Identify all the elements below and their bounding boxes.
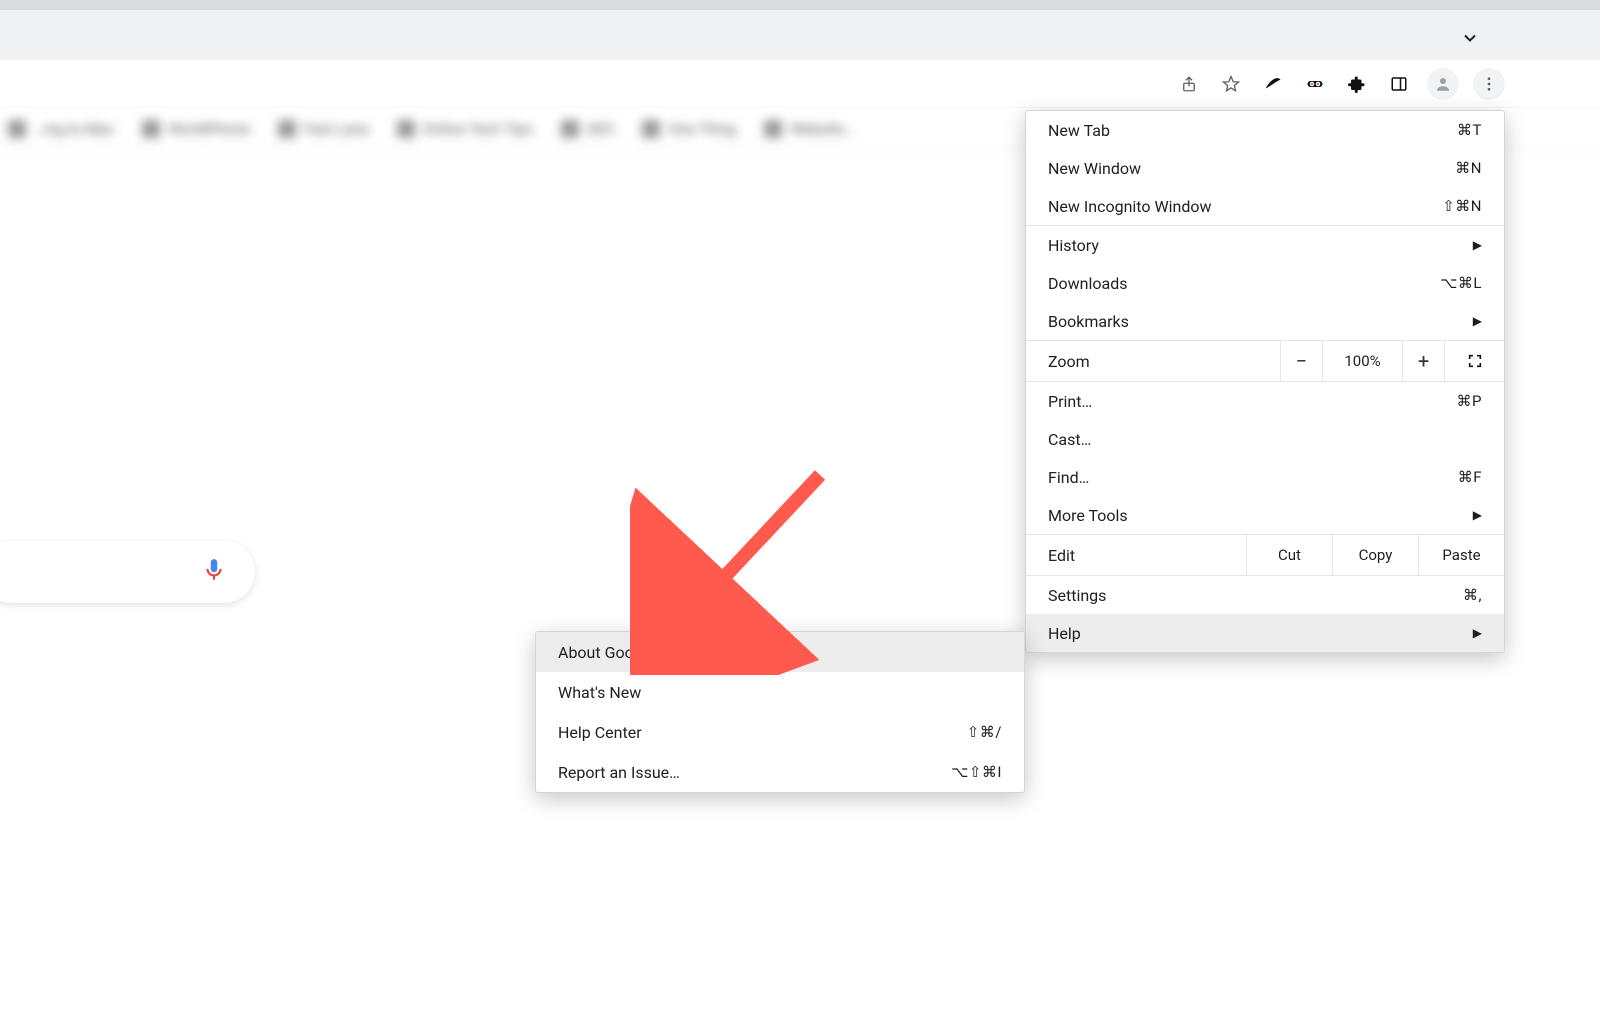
menu-shortcut: ⌘T [1457,121,1482,139]
menu-label: New Tab [1048,121,1110,140]
menu-whats-new[interactable]: What's New [536,672,1024,712]
bookmark-item[interactable]: Website… [764,120,854,138]
menu-label: More Tools [1048,506,1128,525]
menu-find[interactable]: Find… ⌘F [1026,458,1504,496]
chevron-down-icon[interactable] [1460,28,1480,52]
menu-label: What's New [558,683,641,702]
menu-new-incognito[interactable]: New Incognito Window ⇧⌘N [1026,187,1504,225]
more-menu-icon[interactable] [1473,68,1505,100]
edit-copy-button[interactable]: Copy [1332,535,1418,575]
menu-settings[interactable]: Settings ⌘, [1026,576,1504,614]
menu-downloads[interactable]: Downloads ⌥⌘L [1026,264,1504,302]
zoom-value: 100% [1322,341,1402,381]
fullscreen-button[interactable] [1444,341,1504,381]
menu-shortcut: ⌥⇧⌘I [951,763,1002,781]
menu-shortcut: ⇧⌘N [1442,197,1482,215]
menu-new-tab[interactable]: New Tab ⌘T [1026,111,1504,149]
menu-shortcut: ⌘P [1457,392,1482,410]
menu-help[interactable]: Help ▶ [1026,614,1504,652]
menu-label: New Incognito Window [1048,197,1212,216]
chevron-right-icon: ▶ [1473,626,1482,640]
menu-more-tools[interactable]: More Tools ▶ [1026,496,1504,534]
tab-strip [0,0,1600,10]
menu-label: Bookmarks [1048,312,1129,331]
edit-cut-button[interactable]: Cut [1246,535,1332,575]
edit-paste-button[interactable]: Paste [1418,535,1504,575]
window-title-bar [0,10,1600,60]
menu-edit-row: Edit Cut Copy Paste [1026,534,1504,576]
menu-label: About Google Chrome [558,643,715,662]
menu-print[interactable]: Print… ⌘P [1026,382,1504,420]
menu-label: Edit [1026,535,1246,575]
profile-icon[interactable] [1427,68,1459,100]
menu-label: Settings [1048,586,1106,605]
menu-label: Downloads [1048,274,1127,293]
menu-label: Zoom [1026,341,1280,381]
menu-shortcut: ⌥⌘L [1440,274,1482,292]
menu-zoom-row: Zoom − 100% + [1026,340,1504,382]
menu-label: History [1048,236,1099,255]
chevron-right-icon: ▶ [1473,508,1482,522]
star-icon[interactable] [1217,70,1245,98]
google-search-box[interactable] [0,541,255,603]
chrome-main-menu: New Tab ⌘T New Window ⌘N New Incognito W… [1025,110,1505,653]
menu-shortcut: ⌘N [1455,159,1482,177]
menu-shortcut: ⇧⌘/ [967,723,1002,741]
sidepanel-icon[interactable] [1385,70,1413,98]
menu-label: Find… [1048,468,1089,487]
ext-eyes-icon[interactable] [1301,70,1329,98]
bookmark-item[interactable]: …ing to Mac [8,120,114,138]
menu-label: Report an Issue… [558,763,680,782]
bookmark-item[interactable]: One Thing [642,120,736,138]
menu-report-issue[interactable]: Report an Issue… ⌥⇧⌘I [536,752,1024,792]
bookmark-item[interactable]: SEO [561,120,615,138]
menu-bookmarks[interactable]: Bookmarks ▶ [1026,302,1504,340]
menu-label: Cast… [1048,430,1091,449]
ext-swoosh-icon[interactable] [1259,70,1287,98]
chevron-right-icon: ▶ [1473,314,1482,328]
menu-shortcut: ⌘F [1458,468,1482,486]
bookmark-item[interactable]: Fast Lane [278,120,369,138]
menu-label: Help [1048,624,1081,643]
extensions-puzzle-icon[interactable] [1343,70,1371,98]
zoom-out-button[interactable]: − [1280,341,1322,381]
browser-toolbar [0,60,1600,108]
zoom-in-button[interactable]: + [1402,341,1444,381]
menu-shortcut: ⌘, [1463,586,1482,604]
share-icon[interactable] [1175,70,1203,98]
menu-label: Help Center [558,723,642,742]
help-submenu: About Google Chrome What's New Help Cent… [535,631,1025,793]
bookmark-item[interactable]: Online Tech Tips [397,120,533,138]
menu-history[interactable]: History ▶ [1026,226,1504,264]
menu-label: New Window [1048,159,1141,178]
menu-help-center[interactable]: Help Center ⇧⌘/ [536,712,1024,752]
microphone-icon[interactable] [201,557,227,587]
chevron-right-icon: ▶ [1473,238,1482,252]
menu-cast[interactable]: Cast… [1026,420,1504,458]
bookmark-item[interactable]: WorldPhone [142,120,249,138]
menu-about-chrome[interactable]: About Google Chrome [536,632,1024,672]
menu-label: Print… [1048,392,1092,411]
menu-new-window[interactable]: New Window ⌘N [1026,149,1504,187]
